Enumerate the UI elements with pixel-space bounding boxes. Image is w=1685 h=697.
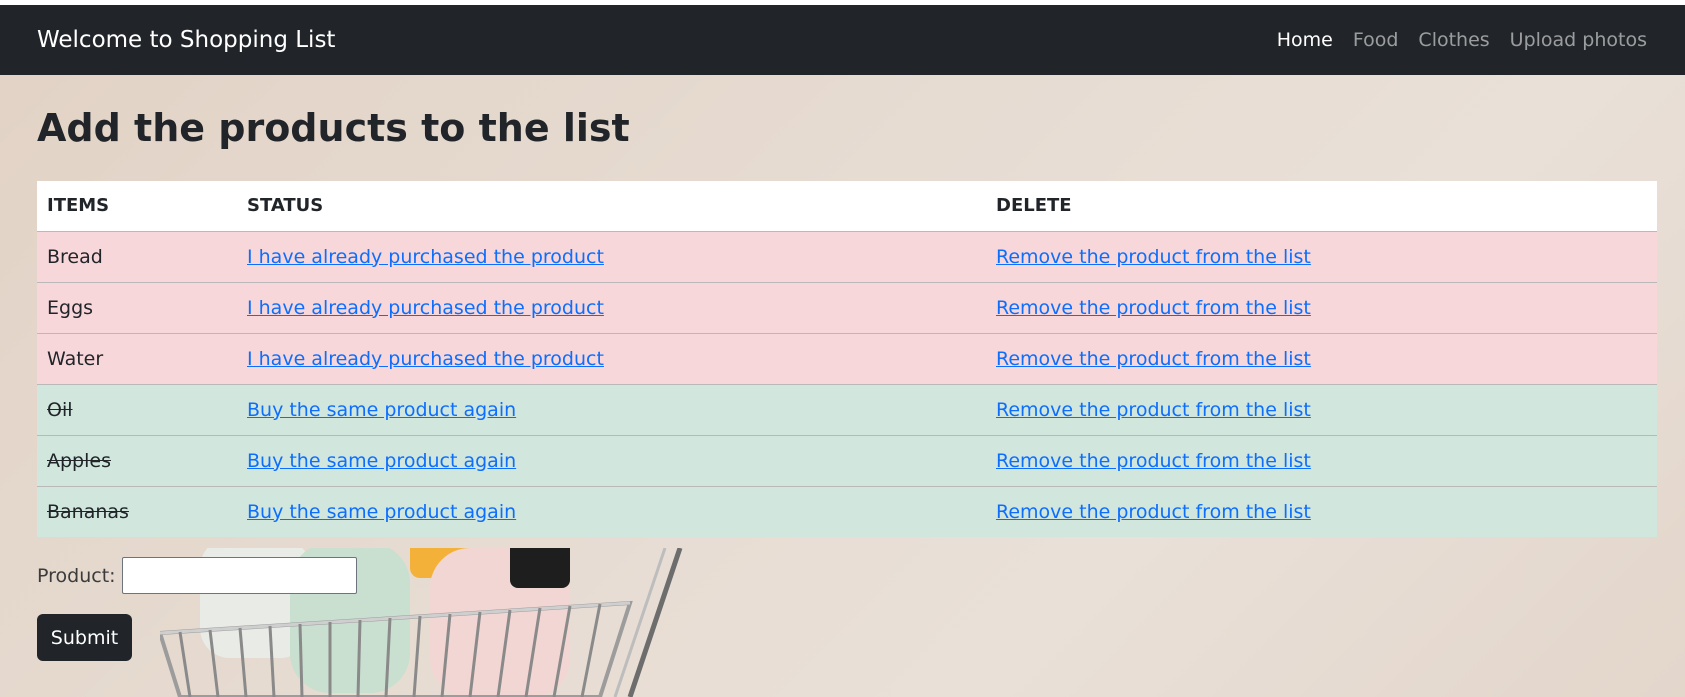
buy-again-link[interactable]: Buy the same product again bbox=[247, 450, 516, 472]
product-form-row: Product: bbox=[37, 557, 1657, 594]
remove-product-link[interactable]: Remove the product from the list bbox=[996, 348, 1311, 370]
item-name: Oil bbox=[37, 383, 237, 435]
mark-purchased-link[interactable]: I have already purchased the product bbox=[247, 246, 604, 268]
column-header-status: STATUS bbox=[237, 181, 986, 231]
table-header-row: ITEMS STATUS DELETE bbox=[37, 181, 1657, 231]
product-input[interactable] bbox=[121, 557, 357, 594]
nav-link-upload-photos[interactable]: Upload photos bbox=[1510, 29, 1647, 51]
item-name: Bananas bbox=[37, 485, 237, 537]
mark-purchased-link[interactable]: I have already purchased the product bbox=[247, 348, 604, 370]
item-name: Apples bbox=[37, 434, 237, 486]
table-row: Apples Buy the same product again Remove… bbox=[37, 434, 1657, 486]
table-row: Bananas Buy the same product again Remov… bbox=[37, 485, 1657, 537]
remove-product-link[interactable]: Remove the product from the list bbox=[996, 297, 1311, 319]
product-label: Product: bbox=[37, 564, 116, 587]
column-header-items: ITEMS bbox=[37, 181, 237, 231]
remove-product-link[interactable]: Remove the product from the list bbox=[996, 399, 1311, 421]
table-row: Water I have already purchased the produ… bbox=[37, 332, 1657, 384]
buy-again-link[interactable]: Buy the same product again bbox=[247, 501, 516, 523]
submit-button[interactable]: Submit bbox=[37, 614, 132, 661]
buy-again-link[interactable]: Buy the same product again bbox=[247, 399, 516, 421]
table-row: Oil Buy the same product again Remove th… bbox=[37, 383, 1657, 435]
navbar: Welcome to Shopping List Home Food Cloth… bbox=[0, 5, 1685, 75]
nav-link-food[interactable]: Food bbox=[1353, 29, 1399, 51]
item-name: Water bbox=[37, 332, 237, 384]
table-row: Eggs I have already purchased the produc… bbox=[37, 281, 1657, 333]
item-name: Bread bbox=[37, 230, 237, 282]
table-row: Bread I have already purchased the produ… bbox=[37, 230, 1657, 282]
nav-link-clothes[interactable]: Clothes bbox=[1418, 29, 1489, 51]
nav-link-home[interactable]: Home bbox=[1277, 29, 1333, 51]
main-content: Add the products to the list ITEMS STATU… bbox=[0, 106, 1685, 661]
shopping-list-table: ITEMS STATUS DELETE Bread I have already… bbox=[37, 181, 1657, 537]
page-title: Add the products to the list bbox=[37, 106, 630, 150]
remove-product-link[interactable]: Remove the product from the list bbox=[996, 450, 1311, 472]
remove-product-link[interactable]: Remove the product from the list bbox=[996, 246, 1311, 268]
column-header-delete: DELETE bbox=[986, 181, 1657, 231]
mark-purchased-link[interactable]: I have already purchased the product bbox=[247, 297, 604, 319]
navbar-brand[interactable]: Welcome to Shopping List bbox=[37, 27, 335, 53]
remove-product-link[interactable]: Remove the product from the list bbox=[996, 501, 1311, 523]
nav-links: Home Food Clothes Upload photos bbox=[1277, 29, 1647, 51]
item-name: Eggs bbox=[37, 281, 237, 333]
